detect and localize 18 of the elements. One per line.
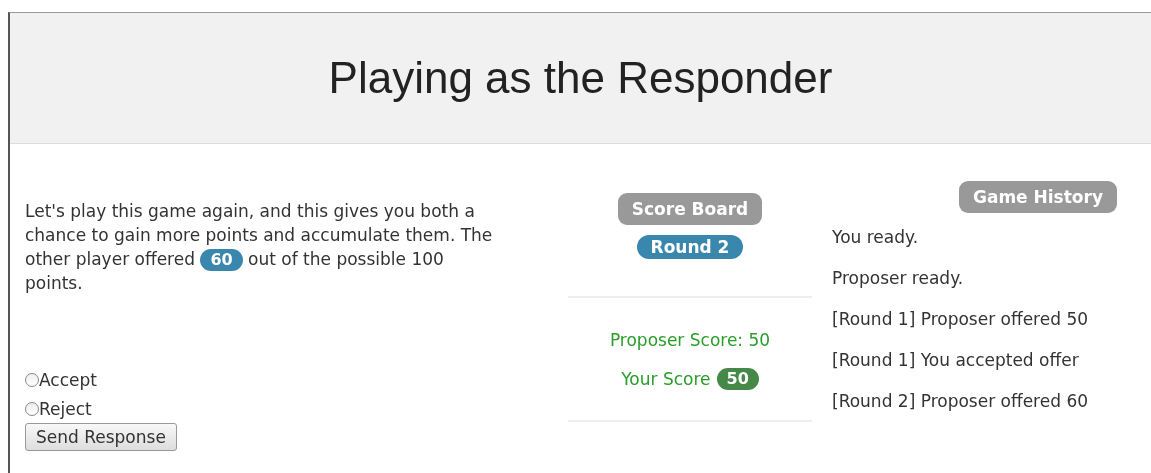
score-board-heading: Score Board [617,193,763,225]
send-response-button[interactable]: Send Response [25,423,177,451]
round-badge: Round 2 [636,235,744,259]
proposer-score: Proposer Score: 50 [609,330,771,350]
history-entry: [Round 1] Proposer offered 50 [832,309,1089,329]
your-score-label: Your Score [621,369,711,389]
history-entry: [Round 1] You accepted offer [832,350,1079,370]
history-entry: Proposer ready. [832,268,964,288]
game-history-heading: Game History [958,181,1117,213]
radio-label[interactable]: Reject [39,398,92,419]
radio-label[interactable]: Accept [39,369,97,390]
page-title: Playing as the Responder [328,53,833,103]
history-entry: You ready. [832,227,919,247]
history-entry: [Round 2] Proposer offered 60 [832,391,1089,411]
radio-button[interactable] [25,372,39,387]
offer-message: Let's play this game again, and this gives you both a chance to gain more points and accumulate them. The other player offered 60 out of the possible 100 points. [25,200,493,295]
radio-button[interactable] [25,401,39,416]
your-score-badge: 50 [716,368,759,390]
